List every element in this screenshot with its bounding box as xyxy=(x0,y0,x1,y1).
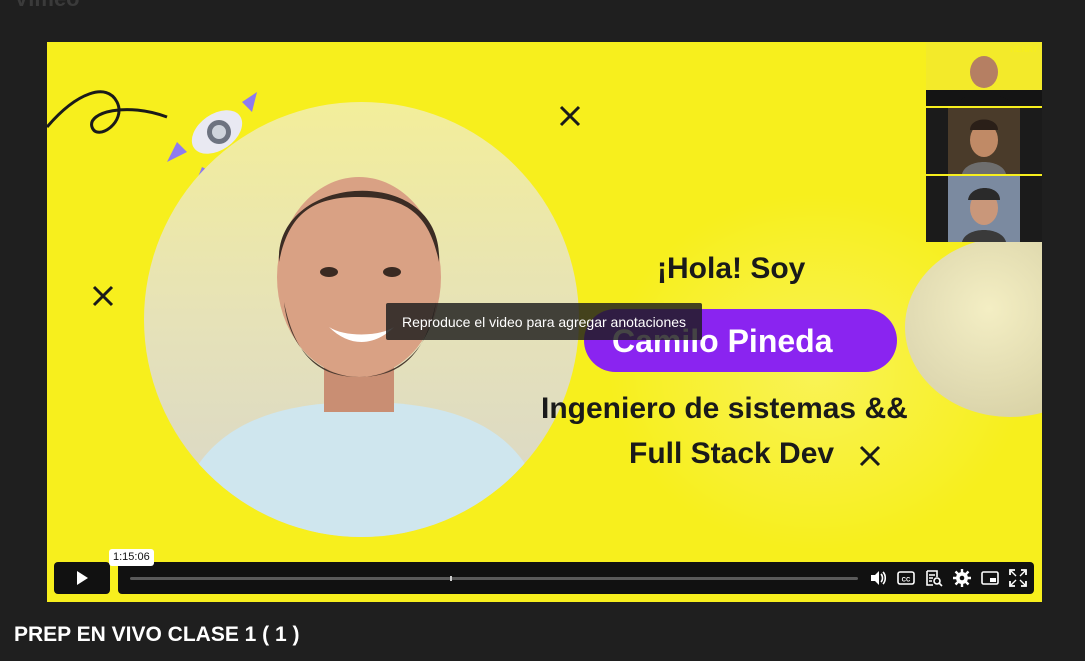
participant-thumbnails: HENRY xyxy=(926,42,1042,242)
closed-captions-icon[interactable]: CC xyxy=(896,568,916,588)
volume-icon[interactable] xyxy=(868,568,888,588)
presenter-role-line1: Ingeniero de sistemas && xyxy=(541,392,908,425)
progress-hover-marker xyxy=(450,576,453,581)
participant-tile xyxy=(926,108,1042,174)
participant-tile: HENRY xyxy=(926,42,1042,106)
sparkle-icon xyxy=(92,285,114,307)
video-title: PREP EN VIVO CLASE 1 ( 1 ) xyxy=(14,623,300,646)
progress-bar[interactable] xyxy=(130,576,858,581)
hover-time-tooltip: 1:15:06 xyxy=(109,549,154,566)
svg-text:CC: CC xyxy=(902,578,911,584)
sparkle-icon xyxy=(859,445,881,467)
presenter-role-line2: Full Stack Dev xyxy=(629,437,835,470)
fullscreen-icon[interactable] xyxy=(1008,568,1028,588)
player-controls: CC xyxy=(54,562,1034,594)
tile-brand-logo: HENRY xyxy=(1010,45,1038,54)
previous-section-title-fragment: Vimeo xyxy=(14,0,80,12)
slide-greeting: ¡Hola! Soy xyxy=(657,252,806,285)
annotation-message: Reproduce el video para agregar anotacio… xyxy=(386,303,702,340)
picture-in-picture-icon[interactable] xyxy=(980,568,1000,588)
transcript-icon[interactable] xyxy=(924,568,944,588)
settings-icon[interactable] xyxy=(952,568,972,588)
play-icon xyxy=(77,571,88,585)
participant-tile xyxy=(926,176,1042,242)
video-player[interactable]: ¡Hola! Soy Camilo Pineda Ingeniero de si… xyxy=(47,42,1042,602)
sparkle-icon xyxy=(559,105,581,127)
control-bar: CC xyxy=(118,562,1034,594)
play-button[interactable] xyxy=(54,562,110,594)
